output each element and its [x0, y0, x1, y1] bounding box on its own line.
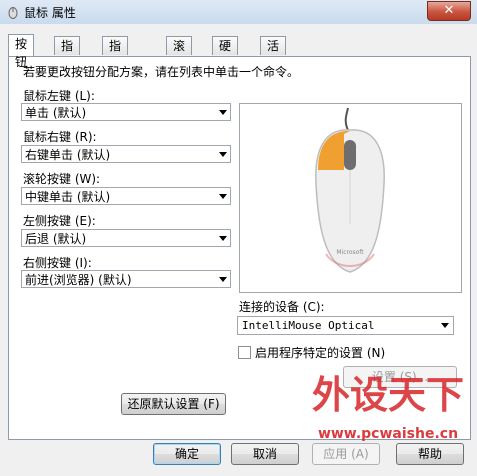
tab-wheel[interactable]: 滚轮	[166, 36, 193, 71]
right-side-button-select[interactable]: 前进(浏览器) (默认)	[21, 270, 231, 288]
left-button-label: 鼠标左键 (L):	[23, 89, 95, 103]
device-value: IntelliMouse Optical	[242, 319, 375, 332]
tab-pointers[interactable]: 指针	[54, 36, 81, 71]
app-specific-checkbox[interactable]	[238, 346, 251, 359]
title-bar: 鼠标 属性 ✕	[0, 0, 477, 25]
mouse-image: Microsoft	[315, 107, 385, 273]
device-label: 连接的设备 (C):	[239, 300, 325, 314]
right-button-label: 鼠标右键 (R):	[23, 130, 97, 144]
mouse-preview: Microsoft	[239, 103, 462, 293]
right-side-button-label: 右侧按键 (I):	[23, 256, 92, 270]
left-side-button-label: 左侧按键 (E):	[23, 214, 96, 228]
chevron-down-icon	[219, 152, 227, 157]
wheel-button-select[interactable]: 中键单击 (默认)	[21, 187, 231, 205]
chevron-down-icon	[219, 236, 227, 241]
tab-hardware[interactable]: 硬件	[212, 36, 239, 71]
instruction-text: 若要更改按钮分配方案，请在列表中单击一个命令。	[23, 65, 300, 79]
settings-button[interactable]: 设置 (S)...	[343, 366, 457, 388]
left-button-select[interactable]: 单击 (默认)	[21, 103, 231, 121]
dialog-body: 按钮 指针 指针选项 滚轮 硬件 活动 若要更改按钮分配方案，请在列表中单击一个…	[0, 24, 477, 476]
tab-pointer-options[interactable]: 指针选项	[102, 36, 129, 107]
svg-text:Microsoft: Microsoft	[336, 249, 364, 256]
left-button-value: 单击 (默认)	[25, 106, 87, 120]
ok-button[interactable]: 确定	[153, 443, 221, 465]
tab-activity[interactable]: 活动	[260, 36, 287, 71]
right-button-select[interactable]: 右键单击 (默认)	[21, 145, 231, 163]
cancel-button[interactable]: 取消	[231, 443, 299, 465]
wheel-button-value: 中键单击 (默认)	[25, 190, 111, 204]
mouse-app-icon	[8, 7, 18, 19]
buttons-panel: 若要更改按钮分配方案，请在列表中单击一个命令。 鼠标左键 (L): 单击 (默认…	[8, 56, 471, 440]
left-side-button-value: 后退 (默认)	[25, 232, 87, 246]
window-title: 鼠标 属性	[24, 6, 76, 20]
wheel-button-label: 滚轮按键 (W):	[23, 172, 101, 186]
left-side-button-select[interactable]: 后退 (默认)	[21, 229, 231, 247]
chevron-down-icon	[219, 194, 227, 199]
chevron-down-icon	[219, 110, 227, 115]
restore-defaults-button[interactable]: 还原默认设置 (F)	[121, 393, 226, 415]
chevron-down-icon	[219, 277, 227, 282]
device-select[interactable]: IntelliMouse Optical	[237, 316, 454, 335]
help-button[interactable]: 帮助	[396, 443, 464, 465]
app-specific-label: 启用程序特定的设置 (N)	[255, 346, 386, 360]
chevron-down-icon	[441, 323, 449, 328]
right-side-button-value: 前进(浏览器) (默认)	[25, 273, 132, 287]
tab-buttons[interactable]: 按钮	[8, 34, 35, 69]
close-button[interactable]: ✕	[427, 1, 471, 21]
app-specific-row[interactable]: 启用程序特定的设置 (N)	[238, 344, 385, 361]
apply-button[interactable]: 应用 (A)	[312, 443, 380, 465]
right-button-value: 右键单击 (默认)	[25, 148, 111, 162]
